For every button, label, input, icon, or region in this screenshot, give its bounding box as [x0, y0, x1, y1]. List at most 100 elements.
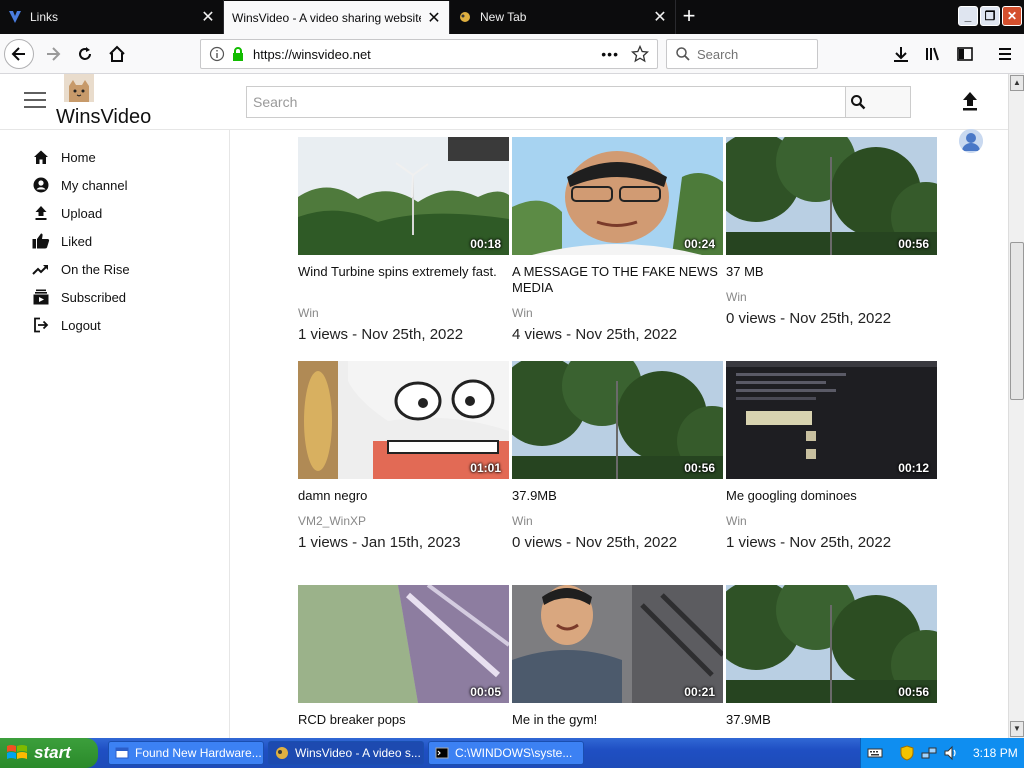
back-button[interactable] [4, 39, 34, 69]
start-label: start [34, 743, 71, 762]
sidebar-toggle-button[interactable] [950, 39, 980, 69]
sidebar-item-logout[interactable]: Logout [32, 315, 101, 335]
sidebar-item-label: Logout [61, 317, 101, 333]
url-bar[interactable]: https://winsvideo.net ••• [200, 39, 658, 69]
browser-search-placeholder: Search [697, 46, 739, 62]
home-icon [32, 148, 50, 166]
video-card[interactable]: 00:18 Wind Turbine spins extremely fast.… [298, 137, 510, 343]
url-text: https://winsvideo.net [253, 46, 371, 62]
app-menu-button[interactable] [990, 39, 1020, 69]
hamburger-icon [999, 48, 1011, 60]
sidebar-item-home[interactable]: Home [32, 147, 96, 167]
browser-search-bar[interactable]: Search [666, 39, 818, 69]
forward-button[interactable] [38, 39, 68, 69]
video-title[interactable]: 37 MB [726, 264, 938, 280]
minimize-button[interactable]: _ [958, 6, 978, 26]
video-author[interactable]: Win [512, 306, 724, 320]
video-title[interactable]: Me googling dominoes [726, 488, 938, 504]
start-button[interactable]: start [0, 738, 98, 768]
upload-icon[interactable] [960, 90, 980, 112]
tab-new-tab[interactable]: New Tab ✕ [450, 0, 676, 34]
video-title[interactable]: RCD breaker pops [298, 712, 510, 728]
sidebar-item-label: Home [61, 149, 96, 165]
new-tab-button[interactable]: + [676, 4, 702, 30]
video-card[interactable]: 00:21 Me in the gym! [512, 585, 724, 728]
video-author[interactable]: Win [726, 290, 938, 304]
video-title[interactable]: 37.9MB [512, 488, 724, 504]
video-thumbnail[interactable]: 00:56 [512, 361, 723, 479]
close-window-button[interactable]: ✕ [1002, 6, 1022, 26]
video-author[interactable]: VM2_WinXP [298, 514, 510, 528]
taskbar-item-label: WinsVideo - A video s... [295, 746, 421, 760]
video-thumbnail[interactable]: 00:05 [298, 585, 509, 703]
video-author[interactable]: Win [726, 514, 938, 528]
bookmark-star-icon[interactable] [631, 45, 649, 63]
sidebar-item-subscribed[interactable]: Subscribed [32, 287, 126, 307]
video-card[interactable]: 00:12 Me googling dominoes Win 1 views -… [726, 361, 938, 551]
windows-logo-icon [7, 745, 27, 759]
close-tab-icon[interactable]: ✕ [427, 8, 441, 28]
close-tab-icon[interactable]: ✕ [201, 7, 215, 27]
video-title[interactable]: Me in the gym! [512, 712, 724, 728]
sidebar-item-label: Subscribed [61, 289, 127, 305]
volume-icon[interactable] [943, 745, 959, 761]
video-author[interactable]: Win [512, 514, 724, 528]
library-button[interactable] [918, 39, 948, 69]
close-tab-icon[interactable]: ✕ [653, 7, 667, 27]
video-thumbnail[interactable]: 00:21 [512, 585, 723, 703]
video-author[interactable]: Win [298, 306, 510, 320]
video-card[interactable]: 00:56 37.9MB [726, 585, 938, 728]
video-thumbnail[interactable]: 00:18 [298, 137, 509, 255]
video-title[interactable]: damn negro [298, 488, 510, 504]
video-card[interactable]: 00:56 37.9MB Win 0 views - Nov 25th, 202… [512, 361, 724, 551]
sidebar-item-on-the-rise[interactable]: On the Rise [32, 259, 130, 279]
clock[interactable]: 3:18 PM [973, 746, 1018, 760]
page-actions-icon[interactable]: ••• [601, 46, 619, 62]
taskbar-item-found-new-hardware[interactable]: Found New Hardware... [108, 741, 264, 765]
tab-label: New Tab [480, 10, 527, 24]
network-icon[interactable] [921, 745, 937, 761]
firefox-icon [276, 747, 288, 759]
scroll-up-arrow-icon[interactable]: ▲ [1010, 75, 1024, 91]
site-search-input[interactable]: Search [246, 86, 846, 118]
home-button[interactable] [102, 39, 132, 69]
video-title[interactable]: A MESSAGE TO THE FAKE NEWS MEDIA [512, 264, 724, 296]
restore-button[interactable]: ❐ [980, 6, 1000, 26]
keyboard-icon[interactable] [867, 746, 883, 760]
video-thumbnail[interactable]: 00:56 [726, 585, 937, 703]
library-icon [926, 47, 939, 61]
sidebar-item-label: Liked [61, 233, 93, 249]
taskbar-item-cmd[interactable]: C:\WINDOWS\syste... [428, 741, 584, 765]
command-prompt-icon [435, 747, 449, 759]
site-logo-text[interactable]: WinsVideo [56, 106, 151, 129]
video-card[interactable]: 00:56 37 MB Win 0 views - Nov 25th, 2022 [726, 137, 938, 327]
search-icon [676, 47, 690, 61]
video-thumbnail[interactable]: 00:12 [726, 361, 937, 479]
tab-winsvideo[interactable]: WinsVideo - A video sharing website fo ✕ [224, 1, 450, 34]
site-search-button[interactable] [845, 86, 911, 118]
sidebar-icon [957, 47, 973, 61]
site-menu-button[interactable] [24, 92, 46, 108]
tab-links[interactable]: Links ✕ [0, 0, 224, 34]
lock-icon[interactable] [231, 46, 245, 62]
video-title[interactable]: 37.9MB [726, 712, 938, 728]
sidebar-item-liked[interactable]: Liked [32, 231, 92, 251]
taskbar-item-firefox[interactable]: WinsVideo - A video s... [268, 741, 424, 765]
page-scrollbar[interactable]: ▲ ▼ [1008, 74, 1024, 738]
info-icon[interactable] [209, 46, 225, 62]
video-thumbnail[interactable]: 00:24 [512, 137, 723, 255]
logo-cat-image[interactable] [64, 74, 94, 102]
downloads-button[interactable] [886, 39, 916, 69]
sidebar-item-upload[interactable]: Upload [32, 203, 102, 223]
video-card[interactable]: 00:05 RCD breaker pops [298, 585, 510, 728]
scroll-down-arrow-icon[interactable]: ▼ [1010, 721, 1024, 737]
scrollbar-thumb[interactable] [1010, 242, 1024, 400]
security-shield-icon[interactable] [899, 745, 915, 761]
sidebar-item-my-channel[interactable]: My channel [32, 175, 127, 195]
reload-button[interactable] [70, 39, 100, 69]
video-thumbnail[interactable]: 01:01 [298, 361, 509, 479]
video-card[interactable]: 00:24 A MESSAGE TO THE FAKE NEWS MEDIA W… [512, 137, 724, 343]
video-thumbnail[interactable]: 00:56 [726, 137, 937, 255]
video-title[interactable]: Wind Turbine spins extremely fast. [298, 264, 510, 296]
video-card[interactable]: 01:01 damn negro VM2_WinXP 1 views - Jan… [298, 361, 510, 551]
